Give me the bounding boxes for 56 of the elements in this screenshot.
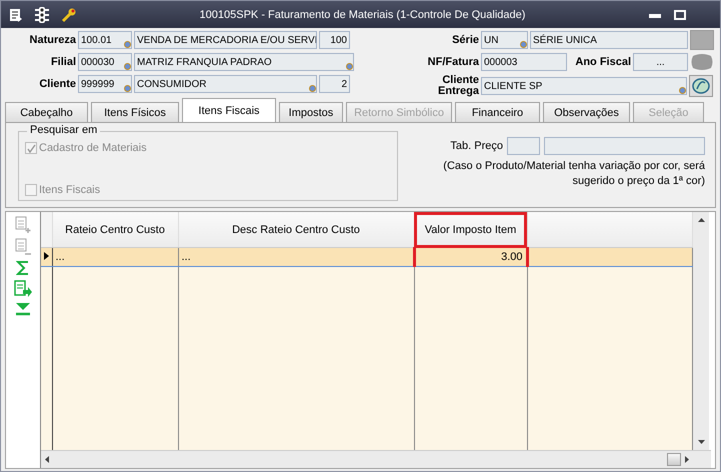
input-field[interactable]: 100 — [319, 31, 350, 49]
scroll-right-icon[interactable] — [685, 456, 689, 463]
scroll-down-icon[interactable] — [698, 440, 704, 444]
input-field[interactable]: UN — [481, 31, 528, 49]
input-field[interactable]: 000030 — [78, 53, 132, 71]
input-field[interactable]: CONSUMIDOR — [134, 75, 317, 93]
export-icon[interactable] — [14, 280, 32, 298]
scroll-left-icon[interactable] — [45, 456, 49, 463]
wrench-icon[interactable] — [61, 6, 77, 22]
column-header[interactable]: Rateio Centro Custo — [52, 212, 178, 248]
input-field[interactable]: 2 — [319, 75, 350, 93]
download-icon[interactable] — [15, 302, 31, 316]
input-field[interactable]: CLIENTE SP — [481, 77, 687, 95]
field-label: Cliente Entrega — [437, 75, 479, 97]
table-cell: ... — [52, 248, 178, 266]
maximize-icon[interactable] — [674, 10, 686, 20]
input-field[interactable]: 100.01 — [78, 31, 132, 49]
sigma-icon[interactable] — [16, 260, 30, 276]
table-cell: ... — [178, 248, 414, 266]
field-label: Série — [451, 34, 479, 46]
field-label: Tab. Preço — [450, 140, 503, 152]
input-field[interactable] — [507, 137, 540, 155]
add-row-icon[interactable] — [14, 216, 32, 234]
tab[interactable]: Observações — [543, 102, 630, 122]
tab[interactable]: Financeiro — [455, 102, 540, 122]
input-field[interactable]: ... — [633, 53, 688, 71]
blob-icon[interactable] — [690, 52, 714, 72]
table-cell: 3.00 — [414, 248, 527, 266]
input-field[interactable]: 000003 — [481, 53, 567, 71]
scroll-up-icon[interactable] — [698, 218, 704, 222]
tab[interactable]: Itens Físicos — [91, 102, 179, 122]
traffic-light-icon[interactable] — [35, 6, 49, 22]
input-field[interactable]: 999999 — [78, 75, 132, 93]
checkbox-label: Itens Fiscais — [39, 184, 100, 196]
input-field[interactable] — [544, 137, 705, 155]
field-label: Ano Fiscal — [574, 56, 631, 68]
field-label: NF/Fatura — [426, 56, 479, 68]
note-text: (Caso o Produto/Material tenha variação por cor, será sugerido o preço da 1ª cor) — [442, 159, 705, 189]
document-icon[interactable] — [9, 8, 23, 22]
checkbox-label: Cadastro de Materiais — [39, 142, 147, 154]
row-pointer-icon — [44, 252, 49, 260]
input-field[interactable]: MATRIZ FRANQUIA PADRAO — [134, 53, 354, 71]
tab[interactable]: Itens Fiscais — [182, 98, 276, 122]
input-field[interactable]: SÉRIE UNICA — [530, 31, 688, 49]
globe-icon[interactable] — [689, 75, 713, 97]
window-title: 100105SPK - Faturamento de Materiais (1-Controle De Qualidade) — [198, 8, 526, 20]
scroll-thumb[interactable] — [667, 453, 681, 466]
tab[interactable]: Impostos — [279, 102, 343, 122]
remove-row-icon[interactable] — [14, 238, 32, 256]
column-header[interactable]: Valor Imposto Item — [414, 212, 527, 248]
tab[interactable]: Cabeçalho — [5, 102, 88, 122]
field-label: Natureza — [28, 34, 76, 46]
field-label: Cliente — [38, 78, 76, 90]
field-label: Filial — [50, 56, 76, 68]
group-title: Pesquisar em — [27, 124, 100, 136]
column-header[interactable]: Desc Rateio Centro Custo — [178, 212, 414, 248]
